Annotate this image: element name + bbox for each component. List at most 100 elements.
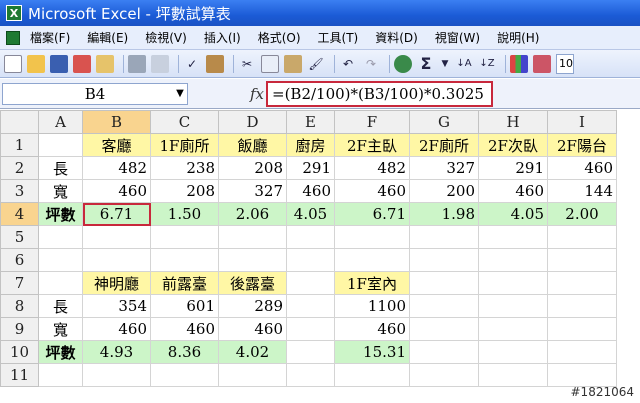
cell[interactable] (38, 225, 83, 249)
print-preview-icon[interactable] (151, 54, 169, 73)
cell-d10[interactable]: 4.02 (218, 340, 287, 364)
cell-b9[interactable]: 460 (82, 317, 151, 341)
copy-icon[interactable] (261, 54, 279, 73)
column-header-i[interactable]: I (547, 110, 617, 134)
cell-i4[interactable]: 2.00 (547, 202, 617, 226)
name-box[interactable]: B4 (2, 83, 188, 105)
cell-e8[interactable] (286, 294, 335, 318)
cell[interactable] (478, 340, 548, 364)
cell-c8[interactable]: 601 (150, 294, 219, 318)
row-header[interactable]: 10 (0, 340, 39, 364)
cell-g2[interactable]: 327 (409, 156, 479, 180)
row-header[interactable]: 2 (0, 156, 39, 180)
spelling-icon[interactable]: ✓ (183, 55, 201, 73)
cell-a10[interactable]: 坪數 (38, 340, 83, 364)
cell-b7[interactable]: 神明廳 (82, 271, 151, 295)
cell[interactable] (286, 248, 335, 272)
cell[interactable] (478, 294, 548, 318)
row-header[interactable]: 11 (0, 363, 39, 387)
cell[interactable] (218, 363, 287, 387)
menu-help[interactable]: 說明(H) (497, 29, 539, 46)
sort-descending-icon[interactable]: ↓Z (478, 55, 496, 73)
cell[interactable] (409, 225, 479, 249)
cell[interactable] (38, 248, 83, 272)
hyperlink-icon[interactable] (394, 54, 412, 73)
cell-d1[interactable]: 飯廳 (218, 133, 287, 157)
cell-d3[interactable]: 327 (218, 179, 287, 203)
cell[interactable] (409, 340, 479, 364)
research-icon[interactable] (206, 54, 224, 73)
cell-b4-active[interactable]: 6.71 (82, 202, 151, 226)
cell-d4[interactable]: 2.06 (218, 202, 287, 226)
cell-i2[interactable]: 460 (547, 156, 617, 180)
cell[interactable] (409, 317, 479, 341)
cell[interactable] (150, 248, 219, 272)
cell-a3[interactable]: 寬 (38, 179, 83, 203)
cell-c2[interactable]: 238 (150, 156, 219, 180)
cell-g3[interactable]: 200 (409, 179, 479, 203)
row-header[interactable]: 1 (0, 133, 39, 157)
cell-h2[interactable]: 291 (478, 156, 548, 180)
cell[interactable] (409, 294, 479, 318)
cut-icon[interactable]: ✂ (238, 55, 256, 73)
new-file-icon[interactable] (4, 54, 22, 73)
menu-data[interactable]: 資料(D) (375, 29, 418, 46)
cell-b1[interactable]: 客廳 (82, 133, 151, 157)
cell[interactable] (478, 363, 548, 387)
menu-tools[interactable]: 工具(T) (318, 29, 359, 46)
format-painter-icon[interactable]: 🖌 (307, 55, 325, 73)
cell-d8[interactable]: 289 (218, 294, 287, 318)
cell[interactable] (409, 248, 479, 272)
drawing-icon[interactable] (533, 54, 551, 73)
redo-icon[interactable]: ↷ (362, 55, 380, 73)
cell-f1[interactable]: 2F主臥 (334, 133, 410, 157)
cell-c10[interactable]: 8.36 (150, 340, 219, 364)
cell-a4[interactable]: 坪數 (38, 202, 83, 226)
autosum-icon[interactable]: Σ (417, 54, 435, 73)
cell-e10[interactable] (286, 340, 335, 364)
cell-e7[interactable] (286, 271, 335, 295)
row-header[interactable]: 7 (0, 271, 39, 295)
menu-view[interactable]: 檢視(V) (145, 29, 187, 46)
print-icon[interactable] (128, 54, 146, 73)
cell-a8[interactable]: 長 (38, 294, 83, 318)
cell[interactable] (82, 363, 151, 387)
permission-icon[interactable] (73, 54, 91, 73)
menu-file[interactable]: 檔案(F) (30, 29, 70, 46)
cell-b3[interactable]: 460 (82, 179, 151, 203)
insert-function-icon[interactable]: fx (250, 85, 264, 103)
cell-c3[interactable]: 208 (150, 179, 219, 203)
cell[interactable] (547, 363, 617, 387)
column-header-a[interactable]: A (38, 110, 83, 134)
cell[interactable] (334, 225, 410, 249)
cell[interactable] (150, 225, 219, 249)
cell-e9[interactable] (286, 317, 335, 341)
cell-g4[interactable]: 1.98 (409, 202, 479, 226)
column-header-b[interactable]: B (82, 110, 151, 134)
cell-e1[interactable]: 廚房 (286, 133, 335, 157)
column-header-g[interactable]: G (409, 110, 479, 134)
cell[interactable] (409, 271, 479, 295)
cell-f7[interactable]: 1F室內 (334, 271, 410, 295)
cell-b10[interactable]: 4.93 (82, 340, 151, 364)
chart-wizard-icon[interactable] (510, 54, 528, 73)
cell-f10[interactable]: 15.31 (334, 340, 410, 364)
cell-a7[interactable] (38, 271, 83, 295)
cell[interactable] (478, 248, 548, 272)
cell[interactable] (547, 294, 617, 318)
email-icon[interactable] (96, 54, 114, 73)
cell-c9[interactable]: 460 (150, 317, 219, 341)
cell-d2[interactable]: 208 (218, 156, 287, 180)
cell-e2[interactable]: 291 (286, 156, 335, 180)
row-header[interactable]: 4 (0, 202, 39, 226)
cell-a9[interactable]: 寬 (38, 317, 83, 341)
chevron-down-icon[interactable]: ▼ (440, 55, 450, 73)
cell-g1[interactable]: 2F廁所 (409, 133, 479, 157)
sort-ascending-icon[interactable]: ↓A (455, 55, 473, 73)
cell[interactable] (478, 271, 548, 295)
open-folder-icon[interactable] (27, 54, 45, 73)
cell-f8[interactable]: 1100 (334, 294, 410, 318)
cell-h1[interactable]: 2F次臥 (478, 133, 548, 157)
cell-e4[interactable]: 4.05 (286, 202, 335, 226)
column-header-h[interactable]: H (478, 110, 548, 134)
